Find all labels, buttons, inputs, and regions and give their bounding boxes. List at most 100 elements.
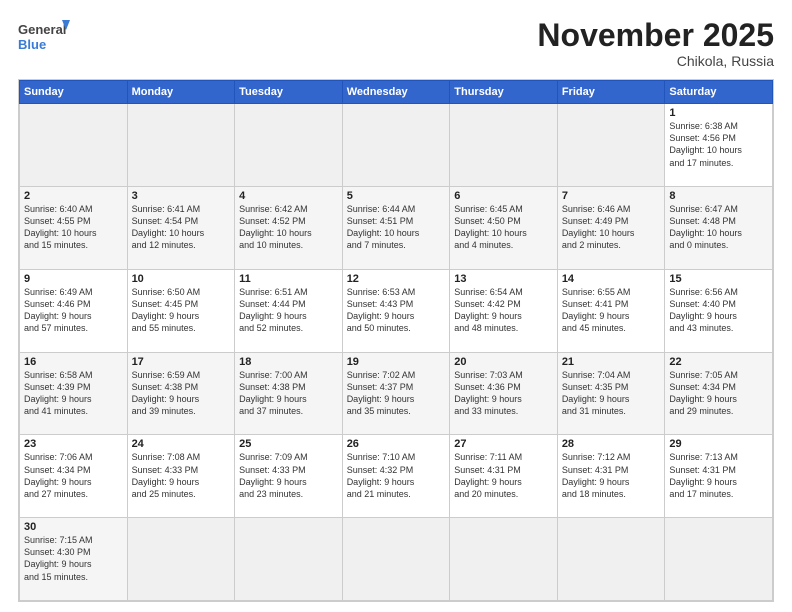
- location-subtitle: Chikola, Russia: [537, 53, 774, 69]
- day-cell: [557, 518, 665, 601]
- day-cell: 22Sunrise: 7:05 AM Sunset: 4:34 PM Dayli…: [665, 352, 773, 435]
- day-number: 21: [562, 356, 661, 368]
- day-info: Sunrise: 7:00 AM Sunset: 4:38 PM Dayligh…: [239, 369, 338, 418]
- day-cell: 7Sunrise: 6:46 AM Sunset: 4:49 PM Daylig…: [557, 186, 665, 269]
- header-thursday: Thursday: [450, 81, 558, 104]
- day-cell: 12Sunrise: 6:53 AM Sunset: 4:43 PM Dayli…: [342, 269, 450, 352]
- day-info: Sunrise: 7:04 AM Sunset: 4:35 PM Dayligh…: [562, 369, 661, 418]
- calendar-week-row: 2Sunrise: 6:40 AM Sunset: 4:55 PM Daylig…: [20, 186, 773, 269]
- day-number: 13: [454, 273, 553, 285]
- day-cell: 2Sunrise: 6:40 AM Sunset: 4:55 PM Daylig…: [20, 186, 128, 269]
- day-number: 7: [562, 190, 661, 202]
- day-info: Sunrise: 6:38 AM Sunset: 4:56 PM Dayligh…: [669, 120, 768, 169]
- day-cell: [235, 104, 343, 187]
- day-cell: 27Sunrise: 7:11 AM Sunset: 4:31 PM Dayli…: [450, 435, 558, 518]
- day-cell: [342, 104, 450, 187]
- day-cell: 23Sunrise: 7:06 AM Sunset: 4:34 PM Dayli…: [20, 435, 128, 518]
- day-number: 9: [24, 273, 123, 285]
- day-info: Sunrise: 6:58 AM Sunset: 4:39 PM Dayligh…: [24, 369, 123, 418]
- logo: General Blue: [18, 18, 70, 58]
- day-info: Sunrise: 7:05 AM Sunset: 4:34 PM Dayligh…: [669, 369, 768, 418]
- calendar-week-row: 1Sunrise: 6:38 AM Sunset: 4:56 PM Daylig…: [20, 104, 773, 187]
- day-info: Sunrise: 6:40 AM Sunset: 4:55 PM Dayligh…: [24, 203, 123, 252]
- day-cell: [127, 104, 235, 187]
- day-number: 28: [562, 438, 661, 450]
- day-number: 10: [132, 273, 231, 285]
- day-number: 15: [669, 273, 768, 285]
- day-cell: 19Sunrise: 7:02 AM Sunset: 4:37 PM Dayli…: [342, 352, 450, 435]
- calendar-week-row: 23Sunrise: 7:06 AM Sunset: 4:34 PM Dayli…: [20, 435, 773, 518]
- day-info: Sunrise: 6:45 AM Sunset: 4:50 PM Dayligh…: [454, 203, 553, 252]
- header-friday: Friday: [557, 81, 665, 104]
- day-number: 18: [239, 356, 338, 368]
- day-cell: [450, 518, 558, 601]
- day-info: Sunrise: 7:06 AM Sunset: 4:34 PM Dayligh…: [24, 451, 123, 500]
- day-cell: 6Sunrise: 6:45 AM Sunset: 4:50 PM Daylig…: [450, 186, 558, 269]
- day-cell: 9Sunrise: 6:49 AM Sunset: 4:46 PM Daylig…: [20, 269, 128, 352]
- day-number: 12: [347, 273, 446, 285]
- month-title: November 2025: [537, 18, 774, 53]
- day-number: 5: [347, 190, 446, 202]
- day-cell: 16Sunrise: 6:58 AM Sunset: 4:39 PM Dayli…: [20, 352, 128, 435]
- day-cell: 13Sunrise: 6:54 AM Sunset: 4:42 PM Dayli…: [450, 269, 558, 352]
- day-cell: 4Sunrise: 6:42 AM Sunset: 4:52 PM Daylig…: [235, 186, 343, 269]
- day-info: Sunrise: 7:08 AM Sunset: 4:33 PM Dayligh…: [132, 451, 231, 500]
- day-cell: 29Sunrise: 7:13 AM Sunset: 4:31 PM Dayli…: [665, 435, 773, 518]
- day-number: 2: [24, 190, 123, 202]
- header-sunday: Sunday: [20, 81, 128, 104]
- day-info: Sunrise: 6:44 AM Sunset: 4:51 PM Dayligh…: [347, 203, 446, 252]
- day-number: 22: [669, 356, 768, 368]
- day-number: 4: [239, 190, 338, 202]
- day-info: Sunrise: 7:12 AM Sunset: 4:31 PM Dayligh…: [562, 451, 661, 500]
- day-cell: 1Sunrise: 6:38 AM Sunset: 4:56 PM Daylig…: [665, 104, 773, 187]
- day-cell: 10Sunrise: 6:50 AM Sunset: 4:45 PM Dayli…: [127, 269, 235, 352]
- day-number: 27: [454, 438, 553, 450]
- day-info: Sunrise: 6:42 AM Sunset: 4:52 PM Dayligh…: [239, 203, 338, 252]
- day-cell: [20, 104, 128, 187]
- day-info: Sunrise: 6:51 AM Sunset: 4:44 PM Dayligh…: [239, 286, 338, 335]
- day-cell: 17Sunrise: 6:59 AM Sunset: 4:38 PM Dayli…: [127, 352, 235, 435]
- day-info: Sunrise: 6:46 AM Sunset: 4:49 PM Dayligh…: [562, 203, 661, 252]
- day-info: Sunrise: 6:59 AM Sunset: 4:38 PM Dayligh…: [132, 369, 231, 418]
- day-info: Sunrise: 7:03 AM Sunset: 4:36 PM Dayligh…: [454, 369, 553, 418]
- day-cell: [235, 518, 343, 601]
- day-cell: 3Sunrise: 6:41 AM Sunset: 4:54 PM Daylig…: [127, 186, 235, 269]
- day-number: 6: [454, 190, 553, 202]
- day-info: Sunrise: 7:09 AM Sunset: 4:33 PM Dayligh…: [239, 451, 338, 500]
- day-cell: [450, 104, 558, 187]
- day-cell: 24Sunrise: 7:08 AM Sunset: 4:33 PM Dayli…: [127, 435, 235, 518]
- day-number: 16: [24, 356, 123, 368]
- day-number: 8: [669, 190, 768, 202]
- day-info: Sunrise: 6:47 AM Sunset: 4:48 PM Dayligh…: [669, 203, 768, 252]
- header-wednesday: Wednesday: [342, 81, 450, 104]
- day-number: 24: [132, 438, 231, 450]
- day-info: Sunrise: 7:11 AM Sunset: 4:31 PM Dayligh…: [454, 451, 553, 500]
- day-info: Sunrise: 6:54 AM Sunset: 4:42 PM Dayligh…: [454, 286, 553, 335]
- calendar-week-row: 30Sunrise: 7:15 AM Sunset: 4:30 PM Dayli…: [20, 518, 773, 601]
- day-cell: 28Sunrise: 7:12 AM Sunset: 4:31 PM Dayli…: [557, 435, 665, 518]
- day-number: 17: [132, 356, 231, 368]
- day-cell: 30Sunrise: 7:15 AM Sunset: 4:30 PM Dayli…: [20, 518, 128, 601]
- page: General Blue November 2025 Chikola, Russ…: [0, 0, 792, 612]
- day-info: Sunrise: 7:10 AM Sunset: 4:32 PM Dayligh…: [347, 451, 446, 500]
- day-number: 19: [347, 356, 446, 368]
- day-info: Sunrise: 6:49 AM Sunset: 4:46 PM Dayligh…: [24, 286, 123, 335]
- day-cell: [665, 518, 773, 601]
- header: General Blue November 2025 Chikola, Russ…: [18, 18, 774, 69]
- calendar: Sunday Monday Tuesday Wednesday Thursday…: [18, 79, 774, 602]
- day-cell: 26Sunrise: 7:10 AM Sunset: 4:32 PM Dayli…: [342, 435, 450, 518]
- day-number: 14: [562, 273, 661, 285]
- day-info: Sunrise: 6:53 AM Sunset: 4:43 PM Dayligh…: [347, 286, 446, 335]
- day-number: 1: [669, 107, 768, 119]
- day-info: Sunrise: 6:55 AM Sunset: 4:41 PM Dayligh…: [562, 286, 661, 335]
- day-info: Sunrise: 6:56 AM Sunset: 4:40 PM Dayligh…: [669, 286, 768, 335]
- day-cell: 14Sunrise: 6:55 AM Sunset: 4:41 PM Dayli…: [557, 269, 665, 352]
- day-info: Sunrise: 6:50 AM Sunset: 4:45 PM Dayligh…: [132, 286, 231, 335]
- calendar-week-row: 9Sunrise: 6:49 AM Sunset: 4:46 PM Daylig…: [20, 269, 773, 352]
- day-cell: 5Sunrise: 6:44 AM Sunset: 4:51 PM Daylig…: [342, 186, 450, 269]
- day-info: Sunrise: 6:41 AM Sunset: 4:54 PM Dayligh…: [132, 203, 231, 252]
- day-cell: 20Sunrise: 7:03 AM Sunset: 4:36 PM Dayli…: [450, 352, 558, 435]
- day-cell: [557, 104, 665, 187]
- generalblue-logo-icon: General Blue: [18, 18, 70, 58]
- header-tuesday: Tuesday: [235, 81, 343, 104]
